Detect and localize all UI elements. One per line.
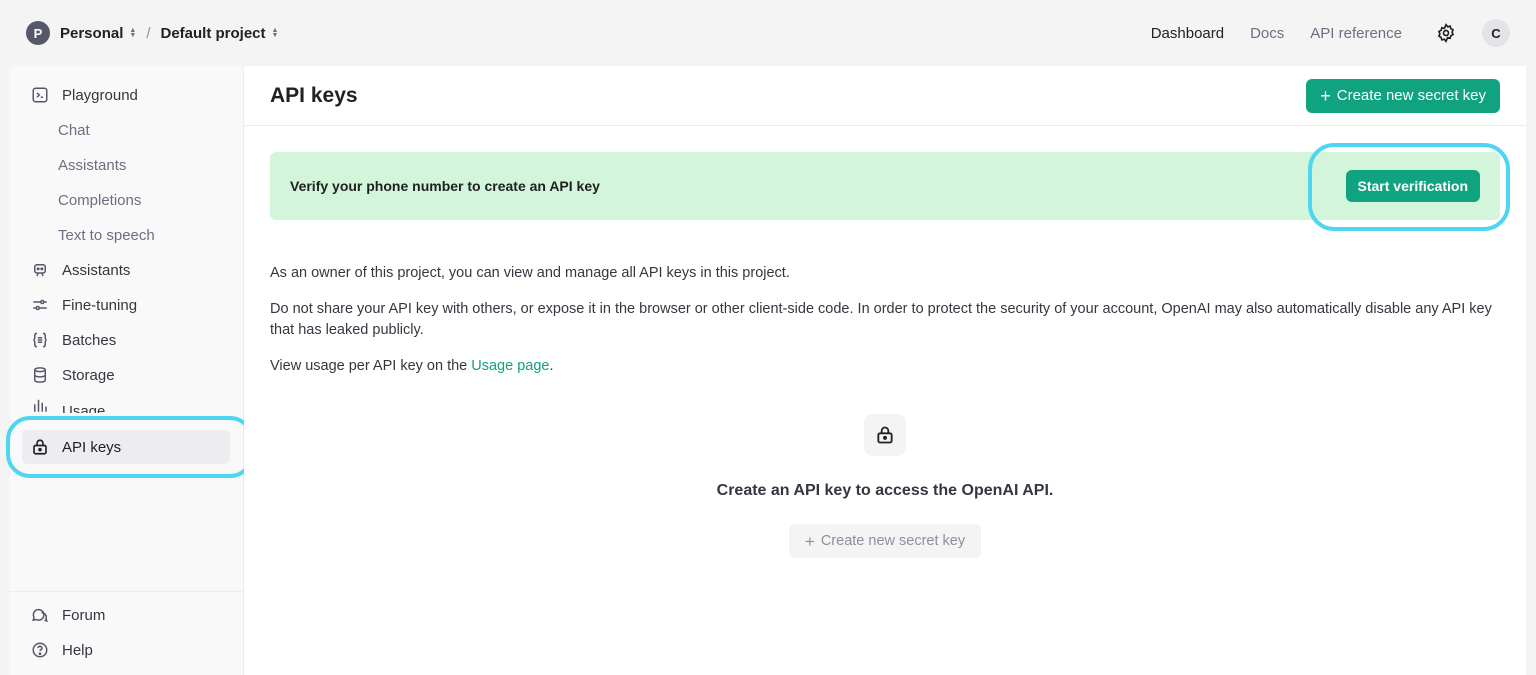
- sidebar-item-label: Batches: [62, 331, 117, 349]
- usage-info-text: View usage per API key on the Usage page…: [270, 356, 1500, 377]
- usage-info-suffix: .: [549, 358, 554, 374]
- sidebar-item-label: Help: [62, 641, 93, 659]
- sidebar-item-forum[interactable]: Forum: [22, 598, 230, 632]
- sidebar-item-label: Forum: [62, 606, 106, 624]
- create-secret-key-button[interactable]: + Create new secret key: [1306, 78, 1500, 113]
- sidebar-item-text-to-speech[interactable]: Text to speech: [22, 218, 230, 252]
- top-bar: P Personal ▲ ▼ / Default project ▲ ▼ Dashb…: [0, 0, 1536, 66]
- chart-icon: [30, 395, 50, 413]
- sliders-icon: [30, 295, 50, 315]
- robot-icon: [30, 260, 50, 280]
- sidebar-item-label: Storage: [62, 366, 115, 384]
- highlight-ring-api-keys: [6, 416, 254, 478]
- breadcrumb-separator: /: [146, 24, 151, 42]
- sidebar-item-label: Fine-tuning: [62, 296, 138, 314]
- gear-icon[interactable]: [1436, 23, 1456, 43]
- owner-info-text: As an owner of this project, you can vie…: [270, 265, 790, 281]
- sidebar-item-batches[interactable]: Batches: [22, 323, 230, 357]
- security-warning-text: Do not share your API key with others, o…: [270, 301, 1492, 338]
- sidebar-item-label: Completions: [58, 191, 142, 209]
- sidebar-item-fine-tuning[interactable]: Fine-tuning: [22, 288, 230, 322]
- project-name: Default project: [160, 24, 266, 42]
- usage-info-prefix: View usage per API key on the: [270, 358, 472, 374]
- sidebar-item-storage[interactable]: Storage: [22, 358, 230, 392]
- lock-icon: [864, 414, 906, 456]
- plus-icon: +: [1320, 85, 1331, 106]
- breadcrumb: Personal ▲ ▼ / Default project ▲ ▼: [50, 25, 278, 42]
- sidebar-item-completions[interactable]: Completions: [22, 183, 230, 217]
- terminal-icon: [30, 85, 50, 105]
- org-name: Personal: [60, 24, 124, 42]
- sidebar-item-assistants[interactable]: Assistants: [22, 253, 230, 287]
- project-selector[interactable]: Default project: [160, 25, 265, 42]
- sidebar-item-playground-assistants[interactable]: Assistants: [22, 148, 230, 182]
- sidebar-item-help[interactable]: Help: [22, 633, 230, 667]
- empty-state-title: Create an API key to access the OpenAI A…: [716, 482, 1054, 499]
- top-nav: Dashboard Docs API reference C: [1125, 19, 1510, 47]
- nav-api-reference[interactable]: API reference: [1310, 25, 1402, 42]
- nav-dashboard[interactable]: Dashboard: [1151, 25, 1224, 42]
- sidebar-divider: [10, 591, 243, 592]
- database-icon: [30, 365, 50, 385]
- sidebar-item-label: Playground: [62, 86, 138, 104]
- chevron-up-down-icon[interactable]: ▲ ▼: [129, 27, 136, 39]
- chevron-up-down-icon[interactable]: ▲ ▼: [272, 27, 279, 39]
- org-avatar[interactable]: P: [26, 21, 50, 45]
- usage-page-link[interactable]: Usage page: [471, 358, 549, 374]
- braces-icon: [30, 330, 50, 350]
- help-circle-icon: [30, 640, 50, 660]
- button-label: Create new secret key: [1336, 87, 1486, 104]
- sidebar-item-label: Assistants: [58, 156, 127, 174]
- sidebar-item-label: Text to speech: [58, 226, 155, 244]
- sidebar-item-label: Usage: [62, 403, 106, 413]
- sidebar-item-label: Assistants: [62, 261, 131, 279]
- nav-docs[interactable]: Docs: [1250, 25, 1284, 42]
- create-secret-key-button-disabled[interactable]: + Create new secret key: [789, 524, 981, 558]
- plus-icon: +: [804, 531, 815, 551]
- main-header: API keys + Create new secret key: [244, 66, 1526, 126]
- chat-bubbles-icon: [30, 605, 50, 625]
- button-label: Create new secret key: [820, 533, 966, 549]
- sidebar-item-usage[interactable]: Usage: [22, 393, 230, 413]
- highlight-ring-start-verification: [1308, 143, 1510, 231]
- verify-banner-text: Verify your phone number to create an AP…: [290, 178, 600, 194]
- sidebar-item-chat[interactable]: Chat: [22, 113, 230, 147]
- sidebar-item-label: Chat: [58, 121, 90, 139]
- sidebar: Playground Chat Assistants Completions T…: [10, 66, 244, 675]
- page-title: API keys: [270, 83, 358, 107]
- user-avatar[interactable]: C: [1482, 19, 1510, 47]
- sidebar-item-playground[interactable]: Playground: [22, 78, 230, 112]
- org-selector[interactable]: Personal: [60, 25, 123, 42]
